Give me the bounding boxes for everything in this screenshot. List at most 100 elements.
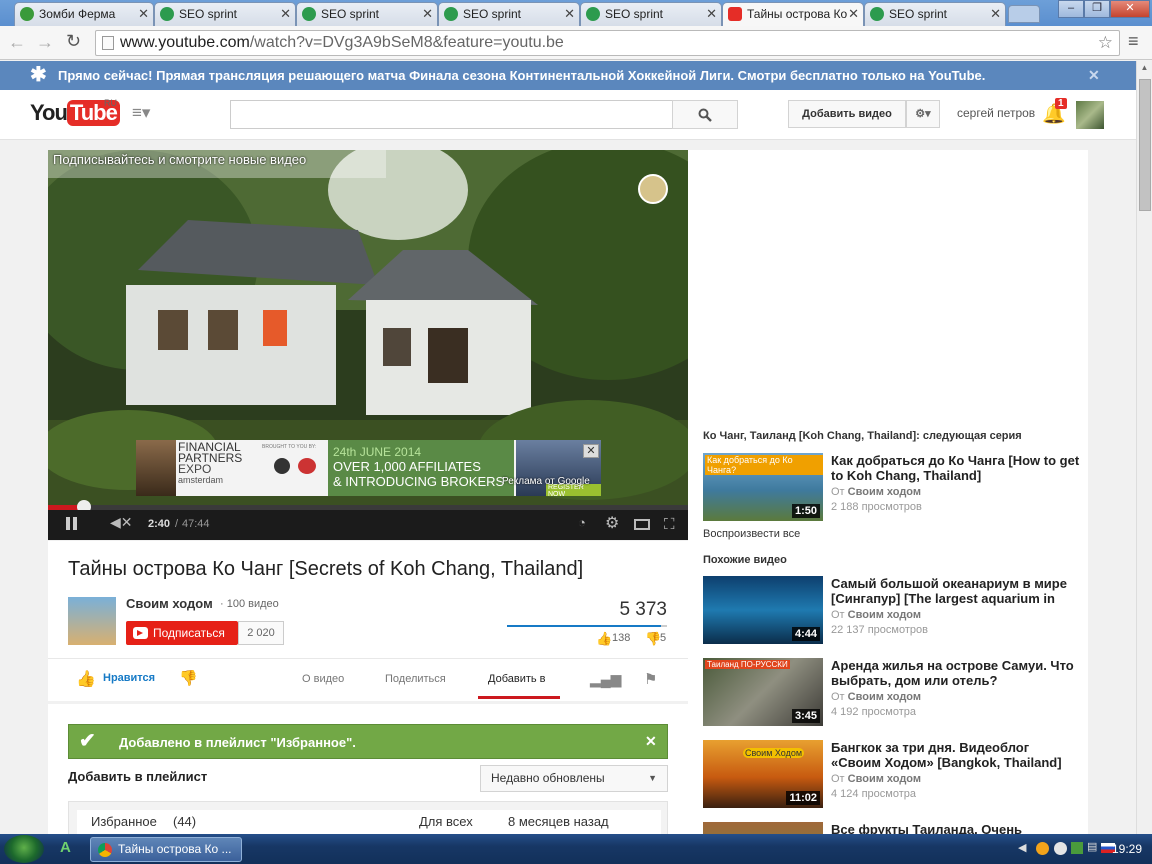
flag-icon[interactable]: ⚑	[644, 670, 657, 688]
ad-overlay[interactable]: FINANCIAL PARTNERS EXPO amsterdam BROUGH…	[136, 440, 601, 496]
tray-app-icon[interactable]	[1036, 842, 1049, 855]
suggested-video[interactable]: Все фрукты Таиланда. Очень	[703, 822, 1093, 834]
video-thumbnail[interactable]: 4:44	[703, 576, 823, 644]
forward-arrow-icon[interactable]: →	[36, 32, 54, 53]
tab-close-icon[interactable]: ✕	[990, 3, 1001, 25]
avatar[interactable]	[1076, 101, 1104, 129]
thumbnail-caption: Своим Ходом	[743, 748, 805, 758]
bookmark-star-icon[interactable]: ☆	[1098, 31, 1113, 55]
tray-app-icon[interactable]	[1071, 842, 1083, 854]
new-tab-button[interactable]	[1008, 5, 1040, 23]
video-title[interactable]: Как добраться до Ко Чанга [How to get to…	[831, 453, 1081, 483]
dislike-icon[interactable]: 👎	[179, 669, 198, 687]
watch-later-icon[interactable]: ◔	[578, 515, 586, 530]
tab-close-icon[interactable]: ✕	[280, 3, 291, 25]
close-window-button[interactable]: ✕	[1110, 0, 1150, 18]
tab-close-icon[interactable]: ✕	[138, 3, 149, 25]
search-button[interactable]	[672, 100, 738, 129]
page-scrollbar[interactable]: ▲	[1136, 61, 1152, 834]
browser-tab-active[interactable]: Тайны острова Ко ✕	[722, 2, 864, 27]
network-icon[interactable]: ▤	[1087, 840, 1097, 853]
menu-icon[interactable]: ≡	[1128, 31, 1139, 52]
tab-about[interactable]: О видео	[302, 673, 344, 685]
scroll-thumb[interactable]	[1139, 79, 1151, 211]
settings-gear-icon[interactable]: ⚙	[605, 513, 619, 533]
playlist-row-date: 8 месяцев назад	[508, 814, 609, 829]
address-bar[interactable]: www.youtube.com/watch?v=DVg3A9bSeM8&feat…	[95, 30, 1120, 56]
reload-icon[interactable]: ↻	[66, 31, 81, 52]
taskbar-window-button[interactable]: Тайны острова Ко ...	[90, 837, 242, 862]
video-thumbnail[interactable]: Своим Ходом 11:02	[703, 740, 823, 808]
guide-menu-icon[interactable]: ≡▾	[132, 103, 150, 123]
like-icon[interactable]: 👍	[76, 669, 96, 689]
thumbs-up-icon[interactable]: 👍	[596, 631, 612, 647]
suggested-video[interactable]: Как добраться до Ко Чанга? 1:50 Как добр…	[703, 453, 1093, 525]
sentiment-like-fill	[507, 625, 662, 627]
video-thumbnail[interactable]: Таиланд ПО-РУССКИ 3:45	[703, 658, 823, 726]
sort-select[interactable]: Недавно обновлены ▼	[480, 765, 668, 792]
browser-tab[interactable]: SEO sprint ✕	[438, 2, 580, 26]
success-message: ✔ Добавлено в плейлист "Избранное". ✕	[68, 724, 668, 759]
user-name[interactable]: сергей петров	[957, 106, 1035, 120]
tab-share[interactable]: Поделиться	[385, 673, 446, 685]
video-title[interactable]: Аренда жилья на острове Самуи. Что выбра…	[831, 658, 1081, 688]
video-title[interactable]: Самый большой океанариум в мире [Сингапу…	[831, 576, 1081, 606]
scroll-up-icon[interactable]: ▲	[1138, 63, 1151, 75]
byline-channel[interactable]: Своим ходом	[848, 773, 921, 785]
browser-tab[interactable]: SEO sprint ✕	[580, 2, 722, 26]
seo-sprint-favicon-icon	[302, 7, 316, 21]
channel-video-count[interactable]: · 100 видео	[220, 598, 279, 610]
channel-watermark-icon[interactable]	[638, 174, 668, 204]
playlist-row[interactable]: Избранное (44) Для всех 8 месяцев назад	[77, 810, 661, 834]
subscribe-overlay[interactable]: Подписывайтесь и смотрите новые видео	[48, 150, 386, 178]
app-pinned-icon[interactable]: A	[60, 839, 71, 856]
close-icon[interactable]: ✕	[1088, 61, 1100, 90]
minimize-button[interactable]: –	[1058, 0, 1084, 18]
mute-icon[interactable]: ◀✕	[110, 514, 133, 531]
like-button[interactable]: Нравится	[103, 672, 155, 684]
byline-channel[interactable]: Своим ходом	[848, 486, 921, 498]
fullscreen-icon[interactable]: ⛶	[664, 516, 675, 533]
stats-icon[interactable]: ▂▄▆	[590, 671, 621, 688]
maximize-button[interactable]: ❐	[1084, 0, 1110, 18]
close-icon[interactable]: ✕	[645, 733, 657, 750]
tray-expand-icon[interactable]: ◀	[1018, 841, 1026, 854]
video-title[interactable]: Все фрукты Таиланда. Очень	[831, 822, 1081, 834]
play-all-link[interactable]: Воспроизвести все	[703, 528, 800, 540]
channel-name[interactable]: Своим ходом	[126, 596, 213, 611]
thumbs-down-icon[interactable]: 👎	[645, 631, 661, 647]
suggested-video[interactable]: 4:44 Самый большой океанариум в мире [Си…	[703, 576, 1093, 648]
browser-tab[interactable]: SEO sprint ✕	[864, 2, 1006, 26]
tab-close-icon[interactable]: ✕	[848, 3, 859, 25]
video-title[interactable]: Бангкок за три дня. Видеоблог «Своим Ход…	[831, 740, 1081, 770]
tab-close-icon[interactable]: ✕	[422, 3, 433, 25]
byline-channel[interactable]: Своим ходом	[848, 609, 921, 621]
suggested-video[interactable]: Таиланд ПО-РУССКИ 3:45 Аренда жилья на о…	[703, 658, 1093, 730]
byline-channel[interactable]: Своим ходом	[848, 691, 921, 703]
tab-add-to[interactable]: Добавить в	[488, 673, 546, 685]
subscribe-button[interactable]: Подписаться	[126, 621, 238, 645]
pause-icon[interactable]	[66, 517, 70, 530]
video-thumbnail[interactable]	[703, 822, 823, 834]
channel-avatar[interactable]	[68, 597, 116, 645]
upload-button[interactable]: Добавить видео	[788, 100, 906, 128]
back-arrow-icon[interactable]: ←	[8, 32, 26, 53]
ad-close-icon[interactable]: ✕	[583, 444, 599, 458]
browser-tab[interactable]: Зомби Ферма ✕	[14, 2, 154, 26]
tray-app-icon[interactable]	[1054, 842, 1067, 855]
video-player[interactable]: Подписывайтесь и смотрите новые видео FI…	[48, 150, 688, 540]
settings-gear-icon[interactable]: ⚙▾	[906, 100, 940, 128]
tab-close-icon[interactable]: ✕	[564, 3, 575, 25]
tab-label: Тайны острова Ко	[747, 7, 848, 21]
suggested-video[interactable]: Своим Ходом 11:02 Бангкок за три дня. Ви…	[703, 740, 1093, 812]
youtube-logo[interactable]: You Tube RU	[30, 98, 120, 130]
theater-mode-icon[interactable]	[634, 519, 650, 530]
tab-close-icon[interactable]: ✕	[706, 3, 717, 25]
start-button[interactable]	[4, 835, 44, 863]
search-input[interactable]	[230, 100, 674, 129]
browser-tab[interactable]: SEO sprint ✕	[296, 2, 438, 26]
browser-tab[interactable]: SEO sprint ✕	[154, 2, 296, 26]
promo-banner-text[interactable]: Прямо сейчас! Прямая трансляция решающег…	[58, 68, 985, 83]
tab-label: Зомби Ферма	[39, 7, 116, 21]
video-thumbnail[interactable]: Как добраться до Ко Чанга? 1:50	[703, 453, 823, 521]
